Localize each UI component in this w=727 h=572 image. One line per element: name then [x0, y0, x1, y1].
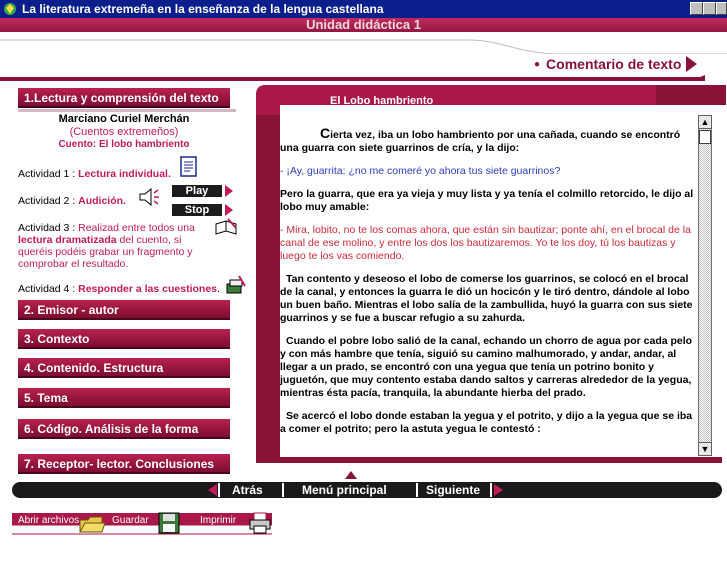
next-button[interactable]: Siguiente — [426, 483, 480, 497]
activity-4-end: . — [217, 283, 220, 295]
paragraph-1: Cierta vez, iba un lobo hambriento por u… — [280, 127, 698, 155]
section-next-arrow-icon[interactable] — [686, 56, 697, 72]
print-icon[interactable] — [248, 512, 272, 534]
scrollbar-thumb[interactable] — [699, 130, 711, 144]
paragraph-3: Pero la guarra, que era ya vieja y muy l… — [280, 188, 694, 213]
scroll-top-arrow-icon[interactable] — [345, 471, 357, 479]
play-button[interactable]: Play — [172, 185, 222, 197]
audicion-link[interactable]: Audición. — [78, 195, 126, 207]
paragraph-7: Se acercó el lobo donde estaban la yegua… — [280, 410, 693, 435]
activity-2: Actividad 2 : Audición. — [18, 195, 126, 207]
play-arrow-icon[interactable] — [225, 185, 233, 197]
collection-name: (Cuentos extremeños) — [69, 126, 179, 138]
menu-item-contenido[interactable]: 4. Contenido. Estructura — [18, 358, 230, 378]
stop-arrow-icon[interactable] — [225, 204, 233, 216]
menu-item-receptor[interactable]: 7. Receptor- lector. Conclusiones — [18, 454, 230, 474]
back-arrow-icon[interactable] — [208, 484, 217, 496]
maximize-button[interactable] — [703, 2, 716, 15]
scroll-up-button[interactable]: ▲ — [698, 115, 712, 129]
save-button[interactable]: Guardar — [112, 515, 149, 526]
reading-title: El Lobo hambriento — [330, 95, 434, 107]
paragraph-2: - ¡Ay, guarrita: ¿no me comeré yo ahora … — [280, 165, 561, 177]
window-titlebar: La literatura extremeña en la enseñanza … — [0, 0, 727, 18]
back-button[interactable]: Atrás — [232, 483, 263, 497]
stop-button[interactable]: Stop — [172, 204, 222, 216]
app-icon — [4, 3, 16, 15]
nav-separator — [490, 483, 492, 497]
author-name: Marciano Curiel Merchán — [58, 113, 190, 125]
menu-item-lectura[interactable]: 1.Lectura y comprensión del texto — [18, 88, 230, 108]
menu-item-codigo[interactable]: 6. Códígo. Análisis de la forma — [18, 419, 230, 439]
activity-4-prefix: Actividad 4 : — [18, 283, 79, 295]
activity-3: Actividad 3 : Realizad entre todos una l… — [18, 222, 214, 270]
lectura-dramatizada-link[interactable]: lectura dramatizada — [18, 234, 117, 246]
activity-1-prefix: Actividad 1 : — [18, 168, 79, 180]
scrollbar-track[interactable] — [698, 115, 712, 456]
section-underline — [0, 75, 705, 81]
folder-icon[interactable] — [78, 512, 106, 534]
paragraph-6: Cuando el pobre lobo salió de la canal, … — [280, 335, 693, 399]
pencil-book-icon[interactable] — [214, 218, 238, 236]
paragraph-1-text: ierta vez, iba un lobo hambriento por un… — [280, 129, 681, 154]
activity-3-text: Realizad entre todos una — [78, 222, 195, 234]
section-label: Comentario de texto — [546, 56, 682, 72]
menu-divider — [18, 109, 236, 112]
lectura-individual-link[interactable]: Lectura individual. — [78, 168, 171, 180]
menu-item-emisor[interactable]: 2. Emisor - autor — [18, 300, 230, 320]
close-button[interactable] — [716, 2, 727, 15]
save-icon[interactable] — [158, 512, 182, 534]
cuestiones-link[interactable]: cuestiones — [162, 283, 217, 295]
window-title: La literatura extremeña en la enseñanza … — [22, 2, 384, 16]
unit-title: Unidad didáctica 1 — [306, 17, 421, 32]
print-button[interactable]: Imprimir — [200, 515, 236, 526]
drop-cap: C — [320, 127, 331, 141]
next-arrow-icon[interactable] — [494, 484, 503, 496]
activity-4: Actividad 4 : Responder a las cuestiones… — [18, 283, 220, 295]
section-title: ● Comentario de texto — [534, 54, 681, 74]
minimize-button[interactable] — [690, 2, 703, 15]
menu-item-tema[interactable]: 5. Tema — [18, 388, 230, 408]
scroll-down-button[interactable]: ▼ — [698, 442, 712, 456]
open-files-button[interactable]: Abrir archivos — [18, 515, 79, 526]
menu-item-contexto[interactable]: 3. Contexto — [18, 329, 230, 349]
nav-separator — [416, 483, 418, 497]
paragraph-5: Tan contento y deseoso el lobo de comers… — [280, 273, 693, 324]
main-menu-button[interactable]: Menú principal — [302, 483, 387, 497]
document-icon[interactable] — [180, 156, 198, 178]
nav-separator — [218, 483, 220, 497]
reading-text: Cierta vez, iba un lobo hambriento por u… — [280, 127, 698, 453]
activity-1: Actividad 1 : Lectura individual. — [18, 168, 171, 180]
speaker-icon — [139, 187, 159, 207]
activity-4-text: Responder a las — [78, 283, 163, 295]
activity-2-prefix: Actividad 2 : — [18, 195, 79, 207]
paragraph-4: - Mira, lobito, no te los comas ahora, q… — [280, 224, 691, 262]
story-title: Cuento: El lobo hambriento — [58, 139, 190, 150]
activity-3-prefix: Actividad 3 : — [18, 222, 79, 234]
questions-icon[interactable] — [225, 274, 247, 296]
unit-banner-curve — [0, 32, 727, 54]
bullet-icon: ● — [534, 59, 541, 71]
nav-separator — [282, 483, 284, 497]
